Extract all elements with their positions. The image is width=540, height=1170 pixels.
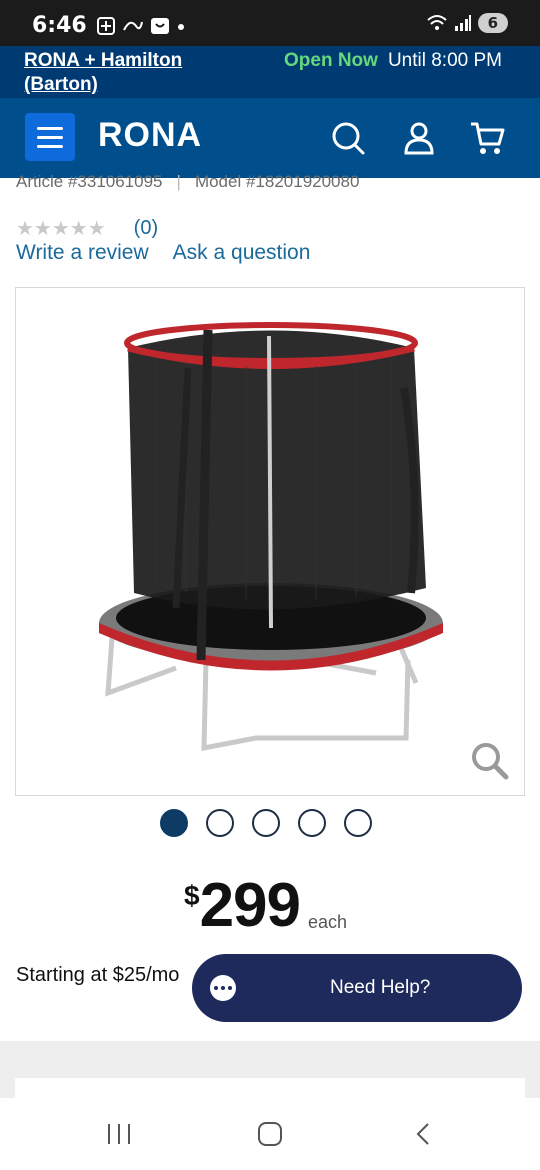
- article-model-line: Article #331061095 | Model #18201920080: [16, 172, 359, 192]
- need-help-label: Need Help?: [330, 977, 431, 998]
- menu-icon-line: [37, 135, 63, 139]
- signal-icon: [454, 15, 471, 31]
- notification-icons: [96, 16, 186, 36]
- wifi-icon: [426, 15, 447, 30]
- trampoline-image: [99, 322, 443, 752]
- menu-button[interactable]: [25, 113, 75, 161]
- account-icon[interactable]: [401, 120, 437, 156]
- image-carousel-dots: [0, 809, 536, 837]
- carousel-dot-2[interactable]: [206, 809, 234, 837]
- back-icon[interactable]: [412, 1122, 436, 1146]
- store-hours: Open Now Until 8:00 PM: [284, 49, 514, 73]
- store-bar: RONA + Hamilton (Barton) Open Now Until 8…: [0, 46, 540, 98]
- notification-icon: [97, 17, 115, 35]
- search-icon[interactable]: [330, 120, 366, 156]
- status-time: 6:46: [32, 13, 87, 38]
- price-unit: each: [308, 912, 348, 932]
- recent-apps-icon[interactable]: [108, 1124, 130, 1144]
- product-price: $ 299 each: [184, 872, 347, 940]
- status-right: 6: [426, 13, 508, 33]
- chat-icon: [210, 975, 236, 1001]
- model-number: Model #18201920080: [194, 172, 360, 191]
- system-nav-bar: [0, 1098, 540, 1170]
- menu-icon: [37, 126, 63, 130]
- write-review-link[interactable]: Write a review: [16, 241, 149, 265]
- rating-count[interactable]: (0): [134, 217, 158, 240]
- dot-icon: [178, 24, 184, 30]
- battery-indicator: 6: [477, 13, 508, 33]
- need-help-button[interactable]: Need Help?: [192, 954, 522, 1022]
- ask-question-link[interactable]: Ask a question: [173, 241, 311, 265]
- store-name-link[interactable]: RONA + Hamilton (Barton): [24, 49, 244, 97]
- price-amount: 299: [199, 871, 301, 940]
- status-bar: 6:46 6: [0, 0, 540, 46]
- carousel-dot-4[interactable]: [298, 809, 326, 837]
- menu-icon-line: [37, 144, 63, 148]
- shop-icon: [151, 18, 169, 34]
- star-rating[interactable]: ★★★★★: [16, 216, 106, 240]
- rona-logo[interactable]: RONA: [98, 116, 202, 155]
- zoom-icon[interactable]: [470, 741, 510, 781]
- carousel-dot-5[interactable]: [344, 809, 372, 837]
- financing-text[interactable]: Starting at $25/mo: [16, 964, 179, 987]
- review-links: Write a review Ask a question: [16, 241, 310, 265]
- store-hours-text: Until 8:00 PM: [387, 50, 502, 71]
- price-currency: $: [184, 880, 200, 911]
- divider: |: [176, 172, 181, 191]
- carousel-dot-1[interactable]: [160, 809, 188, 837]
- carousel-dot-3[interactable]: [252, 809, 280, 837]
- product-image[interactable]: [15, 287, 525, 796]
- rating-row: ★★★★★ (0): [16, 216, 158, 240]
- app-icon: [123, 21, 143, 31]
- header-nav: RONA: [0, 98, 540, 178]
- home-icon[interactable]: [258, 1122, 282, 1146]
- cart-icon[interactable]: [469, 120, 505, 156]
- article-number: Article #331061095: [16, 172, 163, 191]
- open-now-status: Open Now: [284, 50, 378, 71]
